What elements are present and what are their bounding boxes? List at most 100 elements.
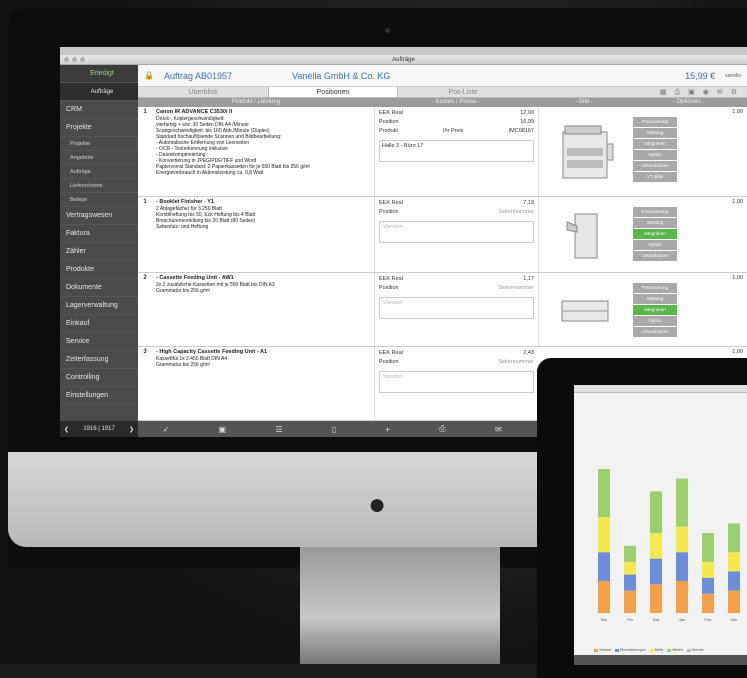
opt-wartung[interactable]: Wartung xyxy=(633,128,677,138)
bar-segment xyxy=(728,523,740,553)
x-tick-label: Fin xyxy=(627,617,633,622)
mail-icon[interactable]: ✉ xyxy=(495,425,502,434)
cost-label: EEK Real xyxy=(379,200,403,206)
sidebar-item-produkte[interactable]: Produkte xyxy=(60,261,138,279)
position-label: Position xyxy=(379,359,399,365)
status-erledigt[interactable]: Erledigt xyxy=(60,65,138,83)
cost-value[interactable]: 2,43 xyxy=(523,349,534,358)
mail-icon[interactable]: ✉ xyxy=(717,87,723,97)
add-icon[interactable]: + xyxy=(385,425,390,434)
opt-integrieren[interactable]: Integrieren xyxy=(633,229,677,239)
sub-label: Seitennummer xyxy=(498,285,534,291)
print-icon[interactable]: ⎙ xyxy=(439,424,445,434)
opt-option[interactable]: Option xyxy=(633,240,677,250)
opt-finanzierung[interactable]: Finanzierung xyxy=(633,283,677,293)
sidebar-sub-angebote[interactable]: Angebote xyxy=(60,151,138,165)
cost-panel: EEK Real 1,17 Position Seitennummer Stando… xyxy=(374,273,538,346)
sidebar-item-lagerverwaltung[interactable]: Lagerverwaltung xyxy=(60,297,138,315)
location-field[interactable]: Halle 3 - Büro 17 xyxy=(379,140,534,162)
x-tick-label: Dat xyxy=(653,617,660,622)
position-label: Position xyxy=(379,119,399,125)
bar-segment xyxy=(728,552,740,572)
tab-positionen[interactable]: Positionen xyxy=(268,87,398,97)
opt-vt-aktiv[interactable]: VT aktiv xyxy=(633,172,677,182)
location-field[interactable]: Standort xyxy=(379,371,534,393)
quantity[interactable]: 1,00 xyxy=(680,197,747,207)
opt-option[interactable]: Option xyxy=(633,150,677,160)
sidebar-sub-projekte[interactable]: Projekte xyxy=(60,137,138,151)
sidebar-item-vertragswesen[interactable]: Vertragswesen xyxy=(60,207,138,225)
quantity[interactable]: 1,00 xyxy=(680,273,747,283)
bar-segment xyxy=(676,526,688,553)
gear-icon[interactable]: ⚙ xyxy=(731,87,737,97)
sidebar-item-projekte[interactable]: Projekte xyxy=(60,119,138,137)
location-field[interactable]: Standort xyxy=(379,297,534,319)
bar-segment xyxy=(650,558,662,585)
sidebar-item-zeiterfassung[interactable]: Zeiterfassung xyxy=(60,351,138,369)
position-description[interactable]: - Booklet Finisher - Y1 2 Ablagefächer f… xyxy=(152,197,374,272)
opt-unterdruecken[interactable]: Unterdrücken xyxy=(633,251,677,261)
sidebar-item-service[interactable]: Service xyxy=(60,333,138,351)
sidebar-item-faktura[interactable]: Faktura xyxy=(60,225,138,243)
product-name: - Cassette Feeding Unit - AW1 xyxy=(156,275,234,281)
sidebar-item-controlling[interactable]: Controlling xyxy=(60,369,138,387)
sidebar-item-crm[interactable]: CRM xyxy=(60,101,138,119)
sidebar-item-dokumente[interactable]: Dokumente xyxy=(60,279,138,297)
opt-finanzierung[interactable]: Finanzierung xyxy=(633,117,677,127)
quantity[interactable]: 1,00 xyxy=(680,347,747,357)
preset-value[interactable]: Ihr Preis xyxy=(443,127,463,136)
lock-icon[interactable]: 🔒 xyxy=(144,71,154,80)
position-row[interactable]: 1 Canon IR ADVANCE C3530i II Druck-, Kop… xyxy=(138,107,747,197)
cost-value[interactable]: 12,00 xyxy=(520,109,534,118)
opt-finanzierung[interactable]: Finanzierung xyxy=(633,207,677,217)
legend-item: Verkauf xyxy=(594,648,611,652)
finisher-icon xyxy=(566,213,597,258)
eye-icon[interactable]: ◉ xyxy=(703,87,709,97)
sidebar-sub-belege[interactable]: Belege xyxy=(60,193,138,207)
opt-unterdruecken[interactable]: Unterdrücken xyxy=(633,161,677,171)
pager-label: 1916 | 1917 xyxy=(83,426,115,432)
document-icon[interactable]: ▯ xyxy=(332,425,336,434)
legend-item: Service xyxy=(686,648,704,652)
cost-value[interactable]: 7,19 xyxy=(523,199,534,208)
print-icon[interactable]: ⎙ xyxy=(675,87,681,97)
position-row[interactable]: 2 - Cassette Feeding Unit - AW1 2x 2 zus… xyxy=(138,273,747,347)
options-panel: Finanzierung Wartung Integrieren Option … xyxy=(630,197,680,272)
opt-integrieren[interactable]: Integrieren xyxy=(633,139,677,149)
position-description[interactable]: Canon IR ADVANCE C3530i II Druck-, Kopie… xyxy=(152,107,374,196)
opt-wartung[interactable]: Wartung xyxy=(633,218,677,228)
list-icon[interactable]: ☰ xyxy=(275,425,282,434)
position-row[interactable]: 1 - Booklet Finisher - Y1 2 Ablagefächer… xyxy=(138,197,747,273)
check-icon[interactable]: ✓ xyxy=(163,425,170,434)
position-description[interactable]: - High Capacity Cassette Feeding Unit - … xyxy=(152,347,374,420)
tab-pos-liste[interactable]: Pos-Liste xyxy=(398,87,528,97)
opt-integrieren[interactable]: Integrieren xyxy=(633,305,677,315)
tab-ueberblick[interactable]: Überblick xyxy=(138,87,268,97)
opt-option[interactable]: Option xyxy=(633,316,677,326)
opt-wartung[interactable]: Wartung xyxy=(633,294,677,304)
product-name: Canon IR ADVANCE C3530i II xyxy=(156,109,233,115)
tablet-screen: Bio Fin Dat Jan Feb Mar Verkauf Dienstleistun… xyxy=(574,385,747,665)
window-controls[interactable] xyxy=(64,57,85,62)
prev-record-icon[interactable]: ❮ xyxy=(64,426,69,433)
position-description[interactable]: - Cassette Feeding Unit - AW1 2x 2 zusät… xyxy=(152,273,374,346)
sidebar-item-einkauf[interactable]: Einkauf xyxy=(60,315,138,333)
opt-unterdruecken[interactable]: Unterdrücken xyxy=(633,327,677,337)
sidebar-sub-lieferscheine[interactable]: Lieferscheine xyxy=(60,179,138,193)
grid-icon[interactable]: ▦ xyxy=(660,87,667,97)
bar-segment xyxy=(728,590,740,613)
calendar-icon[interactable]: ▣ xyxy=(688,87,695,97)
sidebar-sub-auftraege[interactable]: Aufträge xyxy=(60,165,138,179)
position-value[interactable]: 16,99 xyxy=(520,118,534,127)
location-field[interactable]: Standort xyxy=(379,221,534,243)
next-record-icon[interactable]: ❯ xyxy=(129,426,134,433)
sidebar-item-einstellungen[interactable]: Einstellungen xyxy=(60,387,138,405)
sidebar-item-zaehler[interactable]: Zähler xyxy=(60,243,138,261)
cost-label: EEK Real xyxy=(379,276,403,282)
sidebar-item-auftraege[interactable]: Aufträge xyxy=(60,83,138,101)
cost-value[interactable]: 1,17 xyxy=(523,275,534,284)
quantity[interactable]: 1,00 xyxy=(680,107,747,117)
desc-line: Grammatur bis 256 g/m² xyxy=(156,288,211,294)
company-name[interactable]: Vanella GmbH & Co. KG xyxy=(292,71,390,81)
calendar-icon[interactable]: ▣ xyxy=(219,425,227,434)
